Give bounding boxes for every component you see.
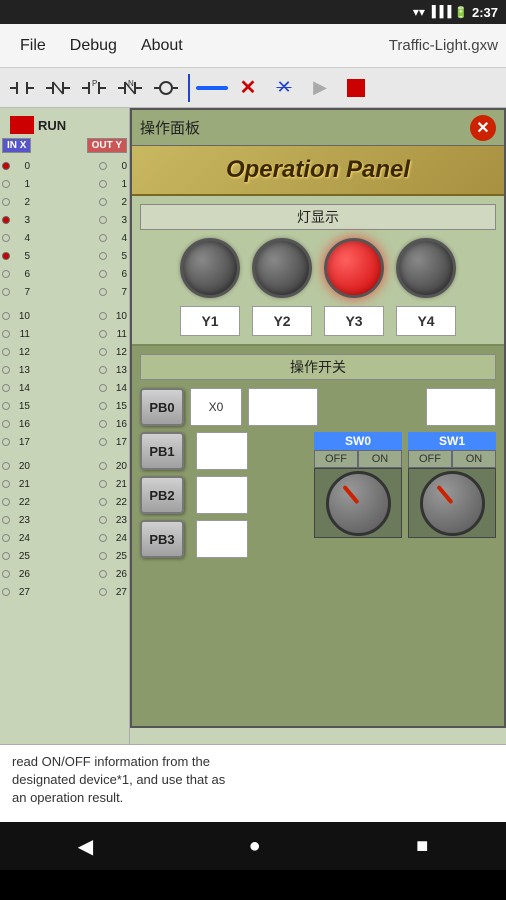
light-label-y2: Y2	[252, 306, 312, 336]
light-label-y1: Y1	[180, 306, 240, 336]
contact-n-btn[interactable]: N	[114, 72, 146, 104]
wifi-icon: ▾▾	[413, 5, 425, 19]
sw1-group: SW1 OFF ON	[408, 432, 496, 538]
svg-text:N: N	[128, 79, 134, 88]
battery-icon: 🔋	[454, 6, 468, 19]
sw1-dial	[408, 468, 496, 538]
sw1-dial-circle	[420, 471, 485, 536]
window-title: Traffic-Light.gxw	[389, 37, 498, 54]
recent-button[interactable]: ■	[416, 835, 428, 858]
operation-panel-title: Operation Panel	[226, 156, 410, 184]
sw0-label: SW0	[314, 432, 402, 450]
operation-panel-header: Operation Panel	[132, 146, 504, 196]
menu-about[interactable]: About	[129, 37, 195, 55]
status-time: 2:37	[472, 5, 498, 20]
svg-text:P: P	[92, 79, 97, 88]
light-labels-row: Y1 Y2 Y3 Y4	[140, 306, 496, 336]
sw0-buttons: OFF ON	[314, 450, 402, 468]
sw0-dial-indicator	[342, 485, 359, 504]
pb2-input	[196, 476, 248, 514]
delete-btn[interactable]: ✕	[232, 72, 264, 104]
toolbar-divider	[188, 74, 190, 102]
status-icons: ▾▾ ▐▐▐ 🔋	[413, 5, 468, 19]
contact-no-btn[interactable]	[6, 72, 38, 104]
signal-icon: ▐▐▐	[428, 6, 451, 18]
sw1-off-btn[interactable]: OFF	[408, 450, 452, 468]
light-y2	[252, 238, 312, 298]
pb3-button[interactable]: PB3	[140, 520, 184, 558]
sw1-dial-indicator	[436, 485, 453, 504]
pb3-input	[196, 520, 248, 558]
bottom-text-line2: designated device*1, and use that as	[12, 772, 225, 787]
dialog-close-button[interactable]: ✕	[470, 115, 496, 141]
operation-panel-dialog: 操作面板 ✕ Operation Panel 灯显示	[130, 108, 506, 728]
bottom-text-line1: read ON/OFF information from the	[12, 754, 210, 769]
light-y4	[396, 238, 456, 298]
sw1-label: SW1	[408, 432, 496, 450]
empty-box-2	[426, 388, 496, 426]
pb0-button[interactable]: PB0	[140, 388, 184, 426]
x0-input: X0	[190, 388, 242, 426]
home-button[interactable]: ●	[249, 835, 261, 858]
empty-box-1	[248, 388, 318, 426]
sw0-off-btn[interactable]: OFF	[314, 450, 358, 468]
toolbar: P N ✕ ✕ ▶	[0, 68, 506, 108]
coil-btn[interactable]	[150, 72, 182, 104]
sw0-dial-circle	[326, 471, 391, 536]
bottom-text-line3: an operation result.	[12, 790, 123, 805]
pb0-row: PB0 X0	[140, 388, 496, 426]
light-section: 灯显示 Y1 Y2 Y3 Y4	[132, 196, 504, 346]
strikethrough-btn[interactable]: ✕	[268, 72, 300, 104]
light-label-y3: Y3	[324, 306, 384, 336]
play-btn[interactable]: ▶	[304, 72, 336, 104]
light-y1	[180, 238, 240, 298]
pb2-button[interactable]: PB2	[140, 476, 184, 514]
switch-section: 操作开关 PB0 X0 PB1 PB2 PB3	[132, 346, 504, 726]
sw0-group: SW0 OFF ON	[314, 432, 402, 538]
pb1-row: PB1 PB2 PB3 SW0	[140, 432, 496, 558]
light-label-y4: Y4	[396, 306, 456, 336]
dialog-titlebar: 操作面板 ✕	[132, 110, 504, 146]
menu-file[interactable]: File	[8, 37, 58, 55]
line-btn[interactable]	[196, 72, 228, 104]
contact-p-btn[interactable]: P	[78, 72, 110, 104]
dialog-overlay: 操作面板 ✕ Operation Panel 灯显示	[0, 108, 506, 744]
dialog-content: Operation Panel 灯显示 Y1 Y2 Y3	[132, 146, 504, 726]
menu-bar: File Debug About Traffic-Light.gxw	[0, 24, 506, 68]
back-button[interactable]: ◀	[78, 834, 93, 859]
contact-nc-btn[interactable]	[42, 72, 74, 104]
bottom-text: read ON/OFF information from the designa…	[0, 744, 506, 822]
switch-section-label: 操作开关	[140, 354, 496, 380]
menu-debug[interactable]: Debug	[58, 37, 129, 55]
sw0-on-btn[interactable]: ON	[358, 450, 402, 468]
status-bar: ▾▾ ▐▐▐ 🔋 2:37	[0, 0, 506, 24]
stop-btn[interactable]	[340, 72, 372, 104]
sw0-dial	[314, 468, 402, 538]
light-section-label: 灯显示	[140, 204, 496, 230]
pb1-button[interactable]: PB1	[140, 432, 184, 470]
lights-row	[140, 238, 496, 298]
main-area: RUN IN X OUT Y 0 0 1 1	[0, 108, 506, 744]
pb1-input	[196, 432, 248, 470]
sw1-buttons: OFF ON	[408, 450, 496, 468]
dialog-title: 操作面板	[140, 117, 470, 138]
sw1-on-btn[interactable]: ON	[452, 450, 496, 468]
nav-bar: ◀ ● ■	[0, 822, 506, 870]
light-y3	[324, 238, 384, 298]
